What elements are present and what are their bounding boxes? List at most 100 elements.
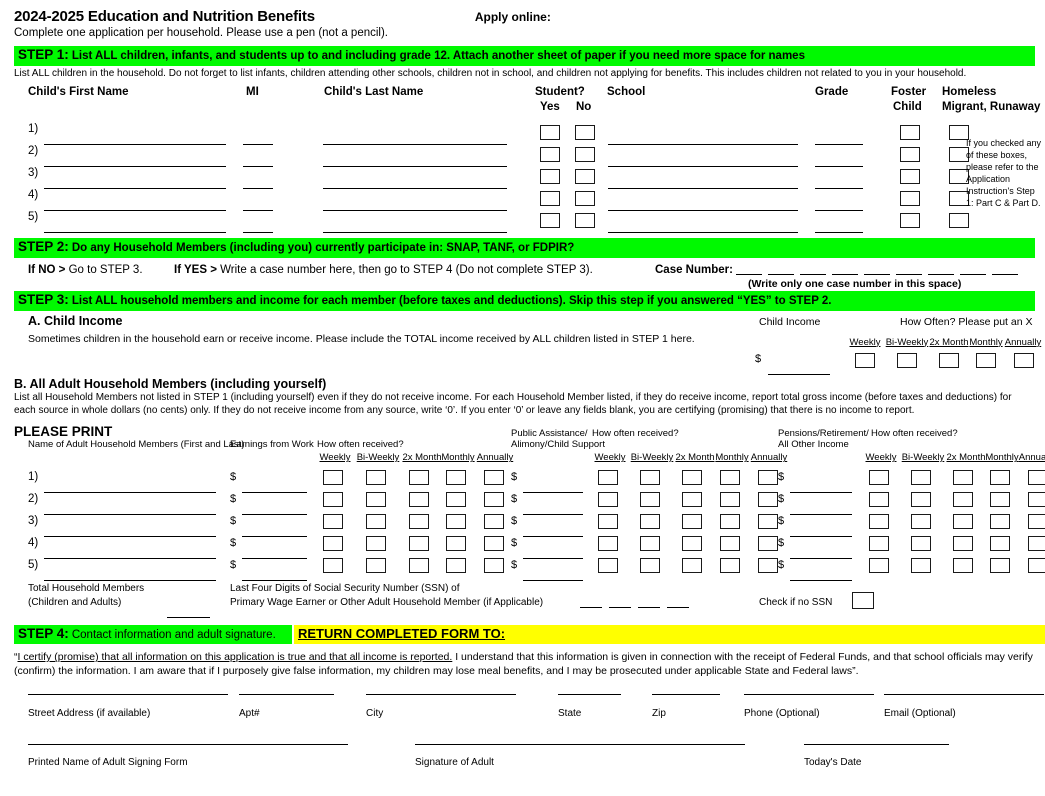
pension-monthly-checkbox[interactable] [990, 558, 1010, 574]
earnings-2x-month-checkbox[interactable] [409, 492, 429, 508]
earnings-bi-weekly-checkbox[interactable] [366, 558, 386, 574]
student-no-checkbox[interactable] [575, 146, 595, 162]
student-yes-checkbox[interactable] [540, 190, 560, 206]
pension-annually-checkbox[interactable] [1028, 492, 1045, 508]
printed-name-input[interactable] [28, 743, 348, 745]
no-ssn-checkbox[interactable] [852, 592, 874, 610]
pension-weekly-checkbox[interactable] [869, 558, 889, 574]
pension-bi-weekly-checkbox[interactable] [911, 536, 931, 552]
assistance-weekly-checkbox[interactable] [598, 470, 618, 486]
pension-monthly-checkbox[interactable] [990, 492, 1010, 508]
pension-weekly-checkbox[interactable] [869, 492, 889, 508]
foster-child-checkbox[interactable] [900, 212, 920, 228]
student-no-checkbox[interactable] [575, 212, 595, 228]
assistance-bi-weekly-checkbox[interactable] [640, 558, 660, 574]
earnings-weekly-checkbox[interactable] [323, 492, 343, 508]
earnings-weekly-checkbox[interactable] [323, 536, 343, 552]
assistance-monthly-checkbox[interactable] [720, 470, 740, 486]
email-input[interactable] [884, 693, 1044, 695]
earnings-weekly-checkbox[interactable] [323, 514, 343, 530]
pension-monthly-checkbox[interactable] [990, 514, 1010, 530]
assistance-annually-checkbox[interactable] [758, 558, 778, 574]
assistance-2x-month-checkbox[interactable] [682, 492, 702, 508]
pension-annually-checkbox[interactable] [1028, 536, 1045, 552]
total-household-members-input[interactable] [167, 607, 210, 619]
assistance-annually-checkbox[interactable] [758, 492, 778, 508]
pension-annually-checkbox[interactable] [1028, 470, 1045, 486]
assistance-bi-weekly-checkbox[interactable] [640, 470, 660, 486]
apt-number-input[interactable] [239, 693, 334, 695]
child-first-name-input[interactable] [44, 222, 226, 233]
child-income-amount-input[interactable] [768, 364, 830, 375]
earnings-2x-month-checkbox[interactable] [409, 470, 429, 486]
earnings-weekly-checkbox[interactable] [323, 470, 343, 486]
todays-date-input[interactable] [804, 743, 949, 745]
pension-2x-month-checkbox[interactable] [953, 514, 973, 530]
ssn-last-four-input[interactable] [580, 597, 696, 611]
child-income-2x-month-checkbox[interactable] [939, 352, 959, 368]
pension-2x-month-checkbox[interactable] [953, 558, 973, 574]
earnings-bi-weekly-checkbox[interactable] [366, 536, 386, 552]
pension-bi-weekly-checkbox[interactable] [911, 558, 931, 574]
child-last-name-input[interactable] [323, 222, 507, 233]
earnings-monthly-checkbox[interactable] [446, 514, 466, 530]
student-yes-checkbox[interactable] [540, 212, 560, 228]
assistance-bi-weekly-checkbox[interactable] [640, 492, 660, 508]
foster-child-checkbox[interactable] [900, 124, 920, 140]
zip-input[interactable] [652, 693, 720, 695]
child-income-annually-checkbox[interactable] [1014, 352, 1034, 368]
adult-name-input[interactable] [44, 570, 216, 582]
pension-weekly-checkbox[interactable] [869, 514, 889, 530]
earnings-annually-checkbox[interactable] [484, 470, 504, 486]
student-no-checkbox[interactable] [575, 124, 595, 140]
pension-monthly-checkbox[interactable] [990, 470, 1010, 486]
assistance-2x-month-checkbox[interactable] [682, 470, 702, 486]
earnings-annually-checkbox[interactable] [484, 558, 504, 574]
child-income-monthly-checkbox[interactable] [976, 352, 996, 368]
foster-child-checkbox[interactable] [900, 168, 920, 184]
earnings-monthly-checkbox[interactable] [446, 536, 466, 552]
assistance-annually-checkbox[interactable] [758, 536, 778, 552]
earnings-bi-weekly-checkbox[interactable] [366, 514, 386, 530]
homeless-migrant-runaway-checkbox[interactable] [949, 212, 969, 228]
child-income-weekly-checkbox[interactable] [855, 352, 875, 368]
assistance-monthly-checkbox[interactable] [720, 558, 740, 574]
pension-annually-checkbox[interactable] [1028, 558, 1045, 574]
pension-monthly-checkbox[interactable] [990, 536, 1010, 552]
earnings-annually-checkbox[interactable] [484, 514, 504, 530]
pension-weekly-checkbox[interactable] [869, 470, 889, 486]
pension-bi-weekly-checkbox[interactable] [911, 470, 931, 486]
case-number-input[interactable] [736, 264, 1024, 278]
earnings-bi-weekly-checkbox[interactable] [366, 470, 386, 486]
earnings-annually-checkbox[interactable] [484, 536, 504, 552]
assistance-bi-weekly-checkbox[interactable] [640, 514, 660, 530]
assistance-weekly-checkbox[interactable] [598, 558, 618, 574]
child-income-bi-weekly-checkbox[interactable] [897, 352, 917, 368]
foster-child-checkbox[interactable] [900, 146, 920, 162]
signature-input[interactable] [415, 743, 745, 745]
assistance-weekly-checkbox[interactable] [598, 514, 618, 530]
assistance-2x-month-checkbox[interactable] [682, 536, 702, 552]
foster-child-checkbox[interactable] [900, 190, 920, 206]
student-no-checkbox[interactable] [575, 168, 595, 184]
assistance-annually-checkbox[interactable] [758, 514, 778, 530]
assistance-weekly-checkbox[interactable] [598, 492, 618, 508]
student-no-checkbox[interactable] [575, 190, 595, 206]
school-input[interactable] [608, 222, 798, 233]
earnings-amount-input[interactable] [242, 570, 307, 582]
child-mi-input[interactable] [243, 222, 273, 233]
assistance-2x-month-checkbox[interactable] [682, 558, 702, 574]
pension-amount-input[interactable] [790, 570, 852, 582]
pension-weekly-checkbox[interactable] [869, 536, 889, 552]
assistance-monthly-checkbox[interactable] [720, 536, 740, 552]
assistance-bi-weekly-checkbox[interactable] [640, 536, 660, 552]
pension-2x-month-checkbox[interactable] [953, 470, 973, 486]
assistance-monthly-checkbox[interactable] [720, 514, 740, 530]
grade-input[interactable] [815, 222, 863, 233]
earnings-monthly-checkbox[interactable] [446, 492, 466, 508]
pension-2x-month-checkbox[interactable] [953, 536, 973, 552]
earnings-bi-weekly-checkbox[interactable] [366, 492, 386, 508]
pension-2x-month-checkbox[interactable] [953, 492, 973, 508]
city-input[interactable] [366, 693, 516, 695]
student-yes-checkbox[interactable] [540, 124, 560, 140]
